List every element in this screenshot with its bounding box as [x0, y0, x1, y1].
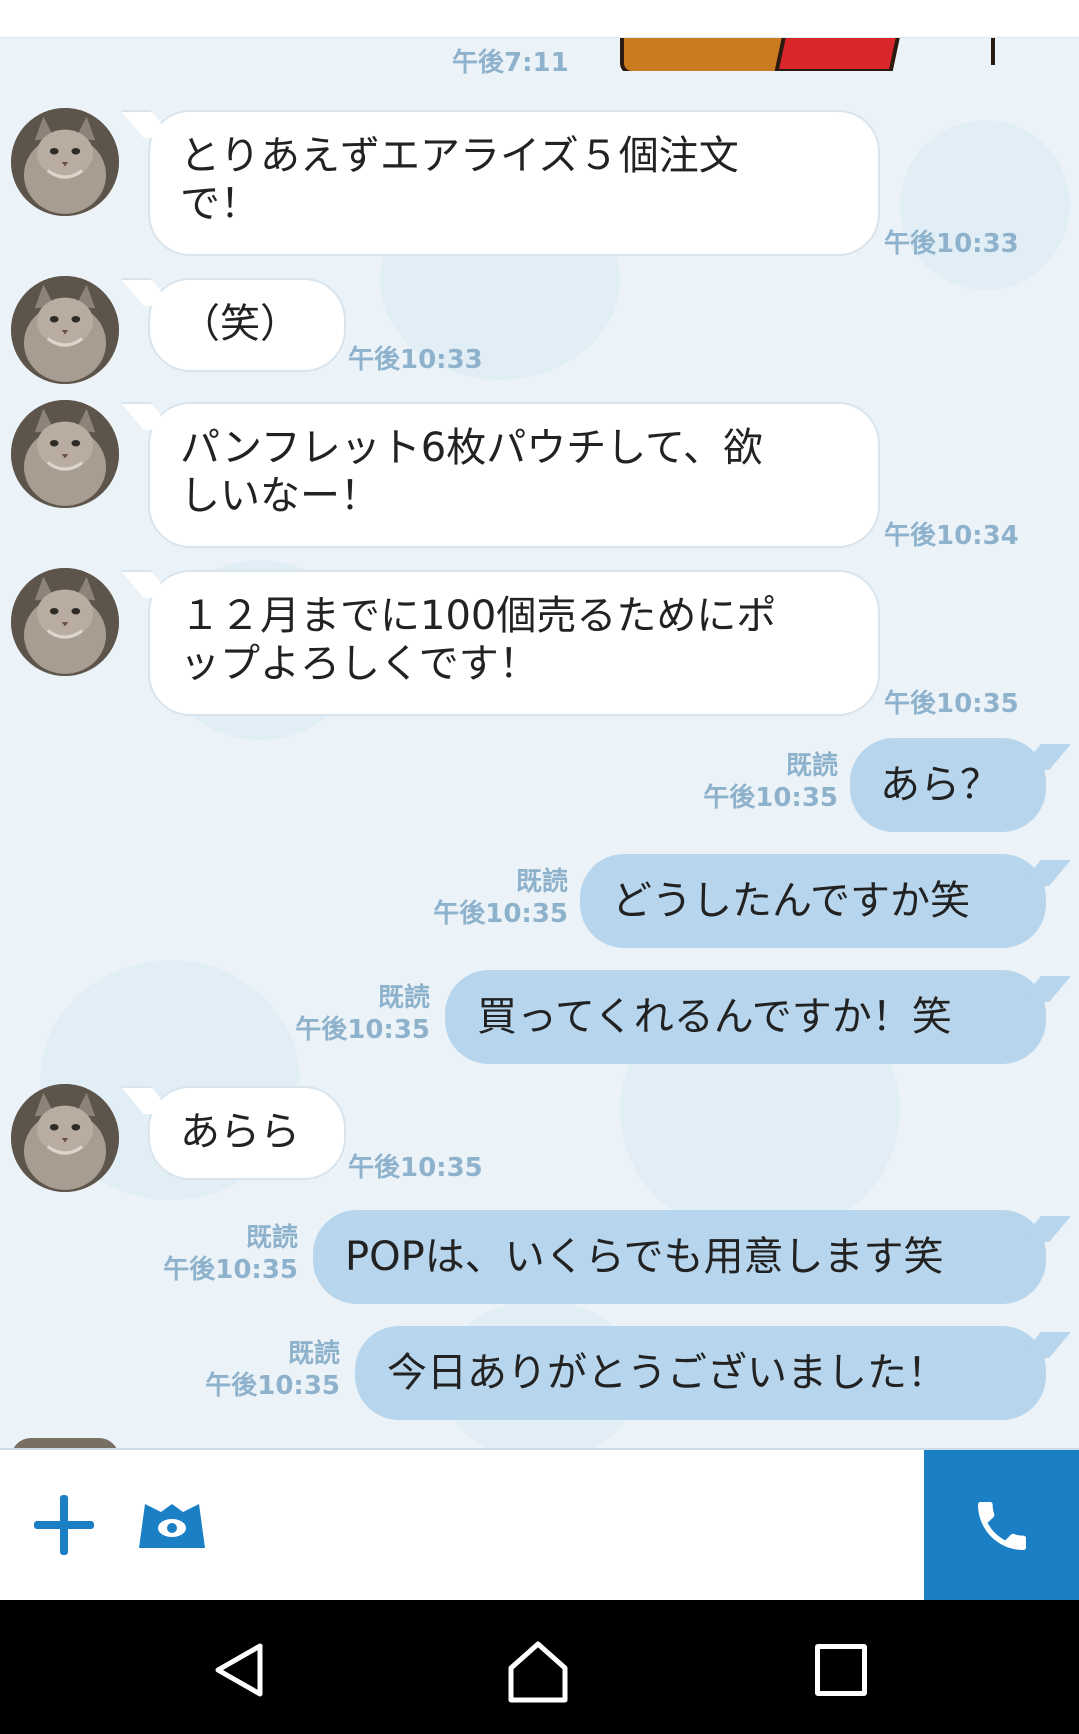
back-triangle-icon[interactable] — [210, 1640, 270, 1700]
message-read-time: 既読 午後10:35 — [282, 982, 430, 1046]
message-time: 午後10:35 — [163, 1255, 298, 1285]
sticker-shape — [991, 37, 995, 65]
message-input-bar — [0, 1448, 1079, 1602]
message-text: あらら — [180, 1109, 300, 1155]
outgoing-message-bubble[interactable]: POPは、いくらでも用意します笑 — [313, 1210, 1046, 1304]
message-read-time: 既読 午後10:35 — [420, 866, 568, 930]
read-status: 既読 — [287, 1339, 340, 1369]
message-time: 午後10:35 — [295, 1015, 430, 1045]
message-text: １２月までに100個売るためにポ — [180, 593, 777, 639]
avatar[interactable] — [11, 400, 119, 508]
avatar[interactable] — [11, 1438, 119, 1448]
read-status: 既読 — [785, 751, 838, 781]
avatar[interactable] — [11, 568, 119, 676]
home-icon[interactable] — [505, 1638, 571, 1704]
message-text: ップよろしくです！ — [180, 641, 539, 687]
incoming-message-bubble[interactable]: パンフレット6枚パウチして、欲 しいなー！ — [148, 402, 880, 548]
incoming-message-bubble[interactable]: １２月までに100個売るためにポ ップよろしくです！ — [148, 570, 880, 716]
outgoing-message-bubble[interactable]: あら？ — [850, 738, 1046, 832]
message-time: 午後10:34 — [884, 521, 1019, 551]
sticker-shape — [774, 37, 904, 71]
avatar[interactable] — [11, 108, 119, 216]
message-time: 午後10:35 — [884, 689, 1019, 719]
outgoing-message-bubble[interactable]: どうしたんですか笑 — [580, 854, 1046, 948]
message-text: とりあえずエアライズ５個注文 — [180, 133, 739, 179]
message-text: しいなー！ — [180, 473, 380, 519]
message-read-time: 既読 午後10:35 — [150, 1222, 298, 1286]
message-time: 午後10:35 — [348, 1153, 483, 1183]
chat-area[interactable]: 午後7:11 とりあえずエアライズ５個注文 で！ 午後10:33 （笑） 午後1… — [0, 0, 1079, 1448]
message-time: 午後10:35 — [703, 783, 838, 813]
message-text: で！ — [180, 181, 260, 227]
cat-avatar-image — [11, 568, 119, 676]
message-time: 午後7:11 — [452, 48, 569, 78]
message-read-time: 既読 午後10:35 — [192, 1338, 340, 1402]
message-text: 買ってくれるんですか！笑 — [477, 994, 952, 1040]
message-time: 午後10:35 — [205, 1371, 340, 1401]
cat-avatar-image — [11, 1084, 119, 1192]
cat-avatar-image — [11, 108, 119, 216]
read-status: 既読 — [377, 983, 430, 1013]
message-text: 今日ありがとうございました！ — [387, 1350, 947, 1396]
outgoing-message-bubble[interactable]: 買ってくれるんですか！笑 — [445, 970, 1046, 1064]
message-text: （笑） — [180, 301, 300, 347]
avatar[interactable] — [11, 276, 119, 384]
recents-square-icon[interactable] — [815, 1644, 867, 1696]
background-pattern — [900, 120, 1070, 290]
cat-avatar-image — [11, 276, 119, 384]
read-status: 既読 — [515, 867, 568, 897]
incoming-message-bubble[interactable]: あらら — [148, 1086, 346, 1180]
top-header-bar — [0, 0, 1079, 38]
message-time: 午後10:33 — [884, 229, 1019, 259]
message-read-time: 既読 午後10:35 — [690, 750, 838, 814]
message-text: どうしたんですか笑 — [612, 878, 970, 924]
phone-icon — [978, 1502, 1026, 1550]
incoming-message-bubble[interactable]: （笑） — [148, 278, 346, 372]
message-text: あら？ — [880, 762, 1000, 808]
incoming-message-bubble[interactable]: とりあえずエアライズ５個注文 で！ — [148, 110, 880, 256]
message-time: 午後10:35 — [433, 899, 568, 929]
outgoing-message-bubble[interactable]: 今日ありがとうございました！ — [355, 1326, 1046, 1420]
message-text: POPは、いくらでも用意します笑 — [345, 1234, 944, 1280]
message-text-input[interactable] — [230, 1470, 914, 1582]
monster-eye-sticker-icon[interactable] — [135, 1500, 209, 1550]
system-navigation-bar — [0, 1600, 1079, 1734]
avatar[interactable] — [11, 1084, 119, 1192]
call-button[interactable] — [924, 1450, 1079, 1602]
sticker-message[interactable] — [620, 37, 995, 71]
cat-avatar-image — [11, 400, 119, 508]
message-text: パンフレット6枚パウチして、欲 — [180, 425, 764, 471]
read-status: 既読 — [245, 1223, 298, 1253]
plus-icon[interactable] — [34, 1495, 94, 1555]
message-time: 午後10:33 — [348, 345, 483, 375]
